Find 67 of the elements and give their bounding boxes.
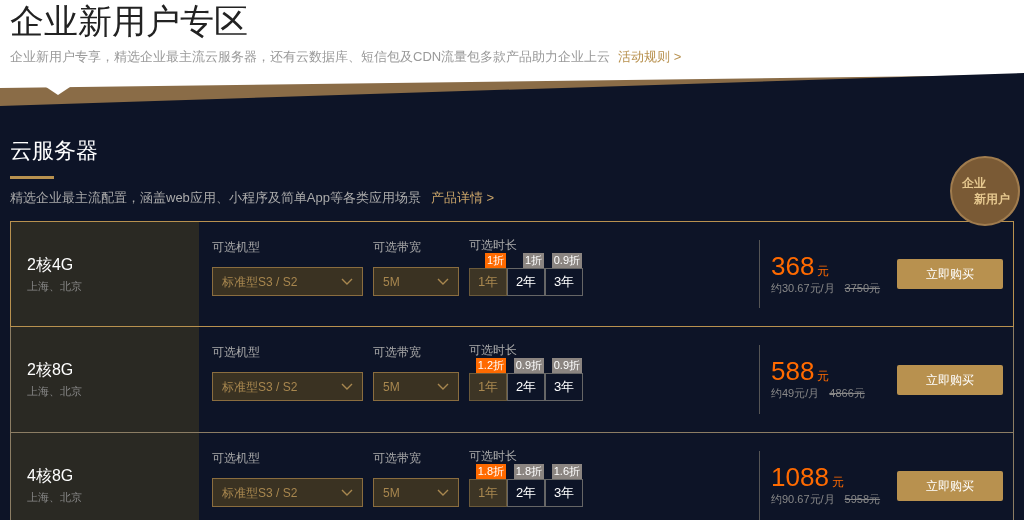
discount-tag: 0.9折: [513, 358, 544, 373]
product-regions: 上海、北京: [27, 278, 83, 294]
field-label: 可选带宽: [373, 239, 422, 256]
model-select[interactable]: 标准型S3 / S2: [212, 478, 363, 507]
rules-link[interactable]: 活动规则 >: [618, 47, 682, 67]
duration-option[interactable]: 3年: [545, 268, 583, 296]
bandwidth-select[interactable]: 5M: [373, 267, 459, 296]
chevron-down-icon: [341, 488, 353, 497]
details-link[interactable]: 产品详情 >: [431, 188, 495, 208]
original-price: 4866元: [829, 386, 865, 402]
discount-tag: 1折: [484, 253, 506, 268]
price: 1088: [771, 463, 829, 492]
bandwidth-select[interactable]: 5M: [373, 372, 459, 401]
chevron-down-icon: [437, 277, 449, 286]
buy-button[interactable]: 立即购买: [897, 470, 1003, 501]
field-label: 可选带宽: [373, 450, 422, 467]
bandwidth-select[interactable]: 5M: [373, 478, 459, 507]
chevron-down-icon: [341, 277, 353, 286]
field-label: 可选机型: [212, 239, 261, 256]
page-title: 企业新用户专区: [10, 1, 249, 42]
field-label: 可选时长: [469, 343, 518, 358]
discount-tag: 1.8折: [513, 464, 544, 479]
product-name: 2核8G: [27, 360, 75, 381]
chevron-down-icon: [341, 382, 353, 391]
product-regions: 上海、北京: [27, 490, 83, 506]
buy-button[interactable]: 立即购买: [897, 259, 1003, 289]
product-name: 4核8G: [27, 466, 75, 487]
product-regions: 上海、北京: [27, 384, 83, 400]
duration-option[interactable]: 1年: [469, 268, 507, 296]
field-label: 可选机型: [212, 450, 261, 467]
original-price: 3750元: [844, 280, 881, 296]
discount-tag: 1折: [522, 253, 544, 268]
duration-option[interactable]: 3年: [545, 373, 583, 401]
currency: 元: [817, 368, 830, 386]
monthly-price: 约30.67元/月: [771, 280, 835, 296]
currency: 元: [831, 474, 844, 492]
chevron-down-icon: [437, 382, 449, 391]
field-label: 可选时长: [469, 238, 518, 253]
price: 588: [771, 357, 815, 386]
duration-option[interactable]: 2年: [507, 373, 545, 401]
discount-tag: 1.6折: [551, 464, 582, 479]
duration-option[interactable]: 2年: [507, 479, 545, 507]
field-label: 可选机型: [212, 344, 261, 361]
discount-tag: 1.2折: [475, 358, 506, 373]
currency: 元: [817, 262, 830, 280]
buy-button[interactable]: 立即购买: [897, 364, 1003, 395]
field-label: 可选时长: [469, 449, 518, 464]
discount-tag: 0.9折: [551, 253, 582, 268]
original-price: 5958元: [844, 492, 881, 508]
price: 368: [771, 251, 815, 280]
duration-option[interactable]: 3年: [545, 479, 583, 507]
monthly-price: 约90.67元/月: [771, 492, 835, 508]
model-select[interactable]: 标准型S3 / S2: [212, 372, 363, 401]
section-description: 精选企业最主流配置，涵盖web应用、小程序及简单App等各类应用场景: [10, 189, 421, 208]
field-label: 可选带宽: [373, 344, 422, 361]
chevron-down-icon: [437, 488, 449, 497]
model-select[interactable]: 标准型S3 / S2: [212, 267, 363, 296]
duration-option[interactable]: 2年: [507, 268, 545, 296]
discount-tag: 0.9折: [551, 358, 582, 373]
monthly-price: 约49元/月: [771, 386, 820, 402]
discount-tag: 1.8折: [475, 464, 506, 479]
seal-badge: 企业 新用户: [950, 156, 1020, 226]
duration-option[interactable]: 1年: [469, 479, 507, 507]
subtitle: 企业新用户专享，精选企业最主流云服务器，还有云数据库、短信包及CDN流量包多款产品助力企业上云: [10, 48, 611, 67]
duration-option[interactable]: 1年: [469, 373, 507, 401]
section-title: 云服务器: [10, 137, 99, 165]
product-name: 2核4G: [27, 254, 75, 275]
